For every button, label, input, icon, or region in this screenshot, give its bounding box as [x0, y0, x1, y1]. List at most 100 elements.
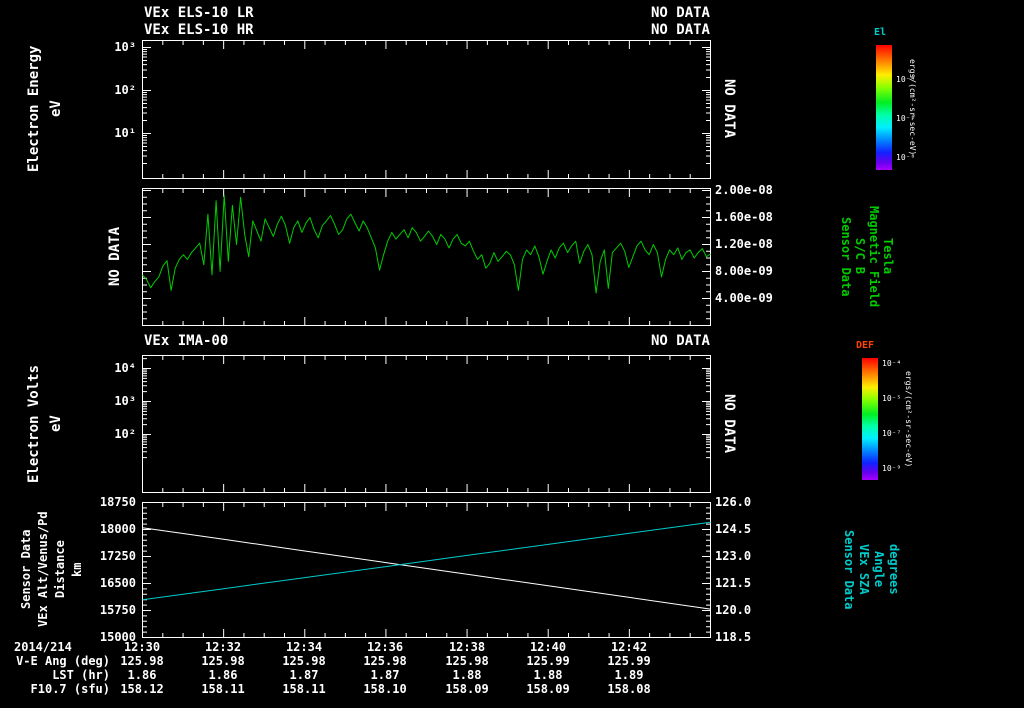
panel1-ylabel: Electron Energy [26, 45, 42, 173]
colorbar-els-tick-label: 10⁻⁶ [896, 114, 916, 123]
panel2-ytick-label: 1.20e-08 [715, 237, 773, 251]
panel4-left-tick-label: 15750 [99, 603, 136, 617]
table-cell: 158.11 [201, 682, 245, 696]
panel1-yunit: eV [48, 100, 64, 118]
sza-line [142, 521, 711, 601]
panel4-left-label-sensor-data: Sensor Data [19, 529, 33, 610]
panel4-right-label-sensor-data: Sensor Data [842, 529, 856, 610]
table-cell: 158.12 [120, 682, 164, 696]
colorbar-ima-tick-label: 10⁻⁵ [882, 394, 902, 403]
table-cell: 125.98 [445, 654, 489, 668]
panel4-right-label-angle: Angle [872, 551, 886, 588]
colorbar-ima-unit: ergs/(cm²-sr-sec-eV) [904, 370, 913, 468]
colorbar-els-tick-label: 10⁻⁸ [896, 153, 916, 162]
colorbar-els-unit: ergs/(cm²-sr-sec-eV) [908, 59, 917, 156]
panel4-plot-area [142, 502, 711, 638]
xaxis-tick-label: 12:32 [204, 640, 242, 654]
panel4-right-tick-label: 121.5 [715, 576, 752, 590]
panel2-ytick-label: 4.00e-09 [715, 291, 773, 305]
panel3-plot-area [142, 355, 711, 493]
table-cell: 158.09 [526, 682, 570, 696]
panel4-right-tick-label: 123.0 [715, 549, 752, 563]
panel2-right-label-tesla: Tesla [881, 238, 895, 275]
table-row-label: V-E Ang (deg) [16, 654, 110, 668]
table-cell: 125.99 [607, 654, 651, 668]
svg1-ticks [142, 41, 711, 178]
panel4-left-label-distance: Distance [53, 540, 67, 599]
xaxis-tick-label: 12:30 [123, 640, 161, 654]
xaxis-date-label: 2014/214 [14, 640, 72, 654]
panel1-ytick-label: 10¹ [114, 126, 136, 140]
colorbar-ima-tick-label: 10⁻⁹ [882, 464, 902, 473]
xaxis-tick-label: 12:36 [366, 640, 404, 654]
xaxis-tick-label: 12:34 [285, 640, 323, 654]
panel2-right-label-scb: S/C B [853, 238, 867, 275]
panel3-ytick-label: 10² [114, 427, 136, 441]
table-row-label: LST (hr) [52, 668, 110, 682]
table-cell: 158.09 [445, 682, 489, 696]
panel4-right-tick-label: 118.5 [715, 630, 752, 644]
table-cell: 125.98 [282, 654, 326, 668]
panel4-left-tick-label: 18000 [99, 522, 136, 536]
table-cell: 1.86 [127, 668, 157, 682]
panel1-right-nodata: NO DATA [721, 79, 737, 139]
panel2-ytick-label: 1.60e-08 [715, 210, 773, 224]
panel4-right-label-degrees: degrees [887, 544, 901, 595]
panel1-status-hr: NO DATA [650, 22, 710, 38]
colorbar-ima-tick-label: 10⁻⁴ [882, 359, 902, 368]
panel1-status-lr: NO DATA [650, 5, 710, 21]
panel4-left-tick-label: 16500 [99, 576, 136, 590]
table-cell: 158.10 [363, 682, 407, 696]
panel4-left-label-km: km [70, 562, 84, 577]
colorbar-ima-title: DEF [856, 340, 875, 351]
panel3-status: NO DATA [650, 333, 710, 349]
panel3-title: VEx IMA-00 [144, 333, 229, 349]
xaxis-tick-label: 12:38 [448, 640, 486, 654]
table-cell: 125.98 [363, 654, 407, 668]
table-row-label: F10.7 (sfu) [30, 682, 110, 696]
colorbar-els-title: El [874, 27, 887, 38]
panel1-title-lr: VEx ELS-10 LR [144, 5, 254, 21]
table-cell: 1.88 [452, 668, 482, 682]
table-cell: 1.86 [208, 668, 238, 682]
panel1-ytick-label: 10³ [114, 40, 136, 54]
colorbar-ima-tick-label: 10⁻⁷ [882, 429, 902, 438]
panel3-right-nodata: NO DATA [721, 393, 737, 453]
panel1-title-hr: VEx ELS-10 HR [144, 22, 254, 38]
panel2-right-label-sensor-data: Sensor Data [839, 216, 853, 297]
table-cell: 125.98 [201, 654, 245, 668]
panel2-ytick-label: 2.00e-08 [715, 183, 773, 197]
magnetic-field-line [142, 194, 711, 294]
panel4-right-tick-label: 124.5 [715, 522, 752, 536]
panel2-left-nodata: NO DATA [107, 227, 123, 287]
panel4-right-tick-label: 126.0 [715, 495, 752, 509]
colorbar-els-tick-label: 10⁻⁴ [896, 75, 916, 84]
colorbar-els [876, 45, 892, 170]
panel2-ytick-label: 8.00e-09 [715, 264, 773, 278]
panel4-left-tick-label: 18750 [99, 495, 136, 509]
panel3-ytick-label: 10³ [114, 394, 136, 408]
table-cell: 1.88 [533, 668, 563, 682]
table-cell: 1.89 [614, 668, 644, 682]
table-cell: 1.87 [370, 668, 400, 682]
panel3-ytick-label: 10⁴ [114, 361, 136, 375]
panel2-plot-area [142, 188, 711, 326]
svg3-ticks [142, 356, 711, 492]
table-cell: 125.98 [120, 654, 164, 668]
panel1-plot-area [142, 40, 711, 179]
panel1-ytick-label: 10² [114, 83, 136, 97]
panel4-left-tick-label: 17250 [99, 549, 136, 563]
colorbar-ima [862, 358, 878, 480]
xaxis-tick-label: 12:40 [529, 640, 567, 654]
panel4-left-label-alt: VEx Alt/Venus/Pd [36, 511, 50, 628]
xaxis-tick-label: 12:42 [610, 640, 648, 654]
panel3-yunit: eV [48, 415, 64, 432]
panel4-right-label-sza: VEx SZA [857, 544, 871, 595]
altitude-line [142, 527, 711, 610]
svg4-ticks [142, 502, 711, 638]
table-cell: 1.87 [289, 668, 319, 682]
panel4-right-tick-label: 120.0 [715, 603, 752, 617]
table-cell: 125.99 [526, 654, 570, 668]
panel2-right-label-magnetic-field: Magnetic Field [867, 205, 881, 308]
table-cell: 158.11 [282, 682, 326, 696]
